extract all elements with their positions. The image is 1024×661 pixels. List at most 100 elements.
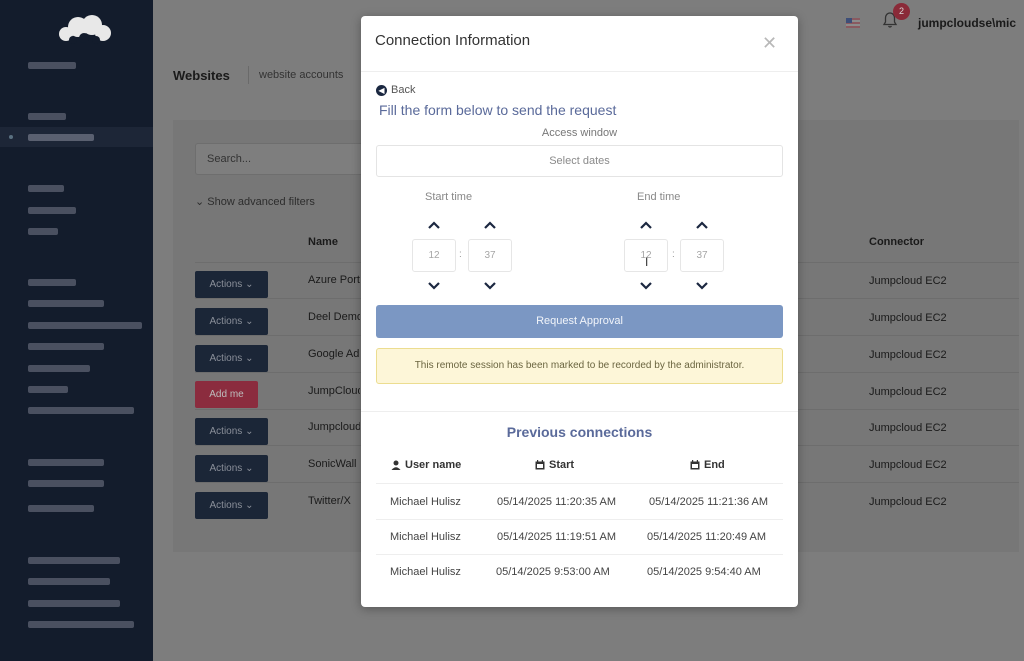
sidebar-item[interactable] xyxy=(28,228,58,235)
page-subtitle: website accounts xyxy=(259,69,344,81)
sidebar-item[interactable] xyxy=(28,185,64,192)
start-minute-up-icon[interactable] xyxy=(483,220,497,230)
sidebar-item[interactable] xyxy=(28,62,76,69)
calendar-icon xyxy=(535,460,545,470)
username-label[interactable]: jumpcloudse\mic xyxy=(918,16,1016,30)
connection-info-modal: Connection Information ✕ ◀ Back Fill the… xyxy=(361,16,798,607)
actions-button[interactable]: Actions ⌄ xyxy=(195,308,268,335)
column-header-connector[interactable]: Connector xyxy=(869,236,924,248)
search-input[interactable]: Search... xyxy=(195,143,365,175)
row-connector: Jumpcloud EC2 xyxy=(869,349,947,361)
arrow-left-icon: ◀ xyxy=(376,84,387,96)
page-title: Websites xyxy=(173,68,230,83)
header-divider xyxy=(248,66,249,84)
end-hour-down-icon[interactable] xyxy=(639,281,653,291)
connection-user: Michael Hulisz xyxy=(390,496,461,508)
add-me-button[interactable]: Add me xyxy=(195,381,258,408)
sidebar-item[interactable] xyxy=(28,600,120,607)
start-header: Start xyxy=(535,459,574,471)
user-icon xyxy=(391,460,401,470)
sidebar-item[interactable] xyxy=(28,505,94,512)
sidebar-item[interactable] xyxy=(28,300,104,307)
column-header-name[interactable]: Name xyxy=(308,236,338,248)
connection-start: 05/14/2025 11:19:51 AM xyxy=(497,531,617,543)
start-hour-up-icon[interactable] xyxy=(427,220,441,230)
modal-title: Connection Information xyxy=(375,32,531,49)
connection-user: Michael Hulisz xyxy=(390,531,461,543)
sidebar-item[interactable] xyxy=(28,459,104,466)
close-icon[interactable]: ✕ xyxy=(762,34,777,52)
sidebar-item[interactable] xyxy=(28,207,76,214)
calendar-icon xyxy=(690,460,700,470)
sidebar-item[interactable] xyxy=(28,322,142,329)
connection-end: 05/14/2025 11:20:49 AM xyxy=(647,531,767,543)
start-minute-input[interactable]: 37 xyxy=(468,239,512,272)
row-name: SonicWall xyxy=(308,458,357,470)
notification-badge: 2 xyxy=(893,3,910,20)
end-minute-input[interactable]: 37 xyxy=(680,239,724,272)
modal-header: Connection Information ✕ xyxy=(361,16,798,72)
end-hour-up-icon[interactable] xyxy=(639,220,653,230)
actions-button[interactable]: Actions ⌄ xyxy=(195,271,268,298)
end-header: End xyxy=(690,459,725,471)
row-name: Deel Demo xyxy=(308,311,360,323)
advanced-filters-toggle[interactable]: ⌄ Show advanced filters xyxy=(195,195,315,208)
access-window-label: Access window xyxy=(541,127,618,139)
time-separator: : xyxy=(672,249,675,260)
cloud-logo-icon xyxy=(59,15,111,44)
time-separator: : xyxy=(459,249,462,260)
form-title: Fill the form below to send the request xyxy=(379,102,617,118)
actions-button[interactable]: Actions ⌄ xyxy=(195,345,268,372)
row-connector: Jumpcloud EC2 xyxy=(869,459,947,471)
connection-user: Michael Hulisz xyxy=(390,566,461,578)
sidebar-item[interactable] xyxy=(28,480,104,487)
row-name: Google Admin xyxy=(308,348,360,360)
section-divider xyxy=(361,411,798,412)
row-connector: Jumpcloud EC2 xyxy=(869,386,947,398)
end-minute-down-icon[interactable] xyxy=(695,281,709,291)
previous-connections-title: Previous connections xyxy=(506,424,653,440)
sidebar-item[interactable] xyxy=(28,365,90,372)
row-name: Azure Portal xyxy=(308,274,360,286)
row-connector: Jumpcloud EC2 xyxy=(869,496,947,508)
row-connector: Jumpcloud EC2 xyxy=(869,312,947,324)
back-label: Back xyxy=(391,84,416,96)
sidebar-item[interactable] xyxy=(28,134,94,141)
sidebar-item[interactable] xyxy=(28,279,76,286)
active-indicator-icon xyxy=(9,135,13,139)
row-name: Jumpcloud xyxy=(308,421,360,433)
sidebar-item[interactable] xyxy=(28,557,120,564)
start-minute-down-icon[interactable] xyxy=(483,281,497,291)
row-connector: Jumpcloud EC2 xyxy=(869,275,947,287)
sidebar-item[interactable] xyxy=(28,578,110,585)
text-cursor-icon: I xyxy=(645,255,649,269)
start-hour-down-icon[interactable] xyxy=(427,281,441,291)
sidebar-item[interactable] xyxy=(28,343,104,350)
connection-end: 05/14/2025 11:21:36 AM xyxy=(649,496,769,508)
sidebar xyxy=(0,0,153,661)
actions-button[interactable]: Actions ⌄ xyxy=(195,492,268,519)
start-hour-input[interactable]: 12 xyxy=(412,239,456,272)
us-flag-icon[interactable] xyxy=(846,18,860,28)
actions-button[interactable]: Actions ⌄ xyxy=(195,455,268,482)
end-time-label: End time xyxy=(637,191,681,203)
actions-button[interactable]: Actions ⌄ xyxy=(195,418,268,445)
row-divider xyxy=(376,554,783,555)
back-link[interactable]: ◀ Back xyxy=(376,84,415,96)
end-minute-up-icon[interactable] xyxy=(695,220,709,230)
sidebar-item[interactable] xyxy=(28,386,68,393)
row-divider xyxy=(376,519,783,520)
request-approval-button[interactable]: Request Approval xyxy=(376,305,783,338)
sidebar-item[interactable] xyxy=(28,407,134,414)
advanced-filters-label: Show advanced filters xyxy=(207,196,315,208)
row-name: JumpCloud xyxy=(308,385,360,397)
date-range-input[interactable]: Select dates xyxy=(376,145,783,177)
chevron-down-icon: ⌄ xyxy=(195,196,205,208)
connection-start: 05/14/2025 9:53:00 AM xyxy=(496,566,610,578)
connection-start: 05/14/2025 11:20:35 AM xyxy=(497,496,617,508)
connection-end: 05/14/2025 9:54:40 AM xyxy=(647,566,761,578)
recording-alert: This remote session has been marked to b… xyxy=(376,348,783,384)
sidebar-item[interactable] xyxy=(28,621,134,628)
user-name-header: User name xyxy=(391,459,461,471)
sidebar-item[interactable] xyxy=(28,113,66,120)
